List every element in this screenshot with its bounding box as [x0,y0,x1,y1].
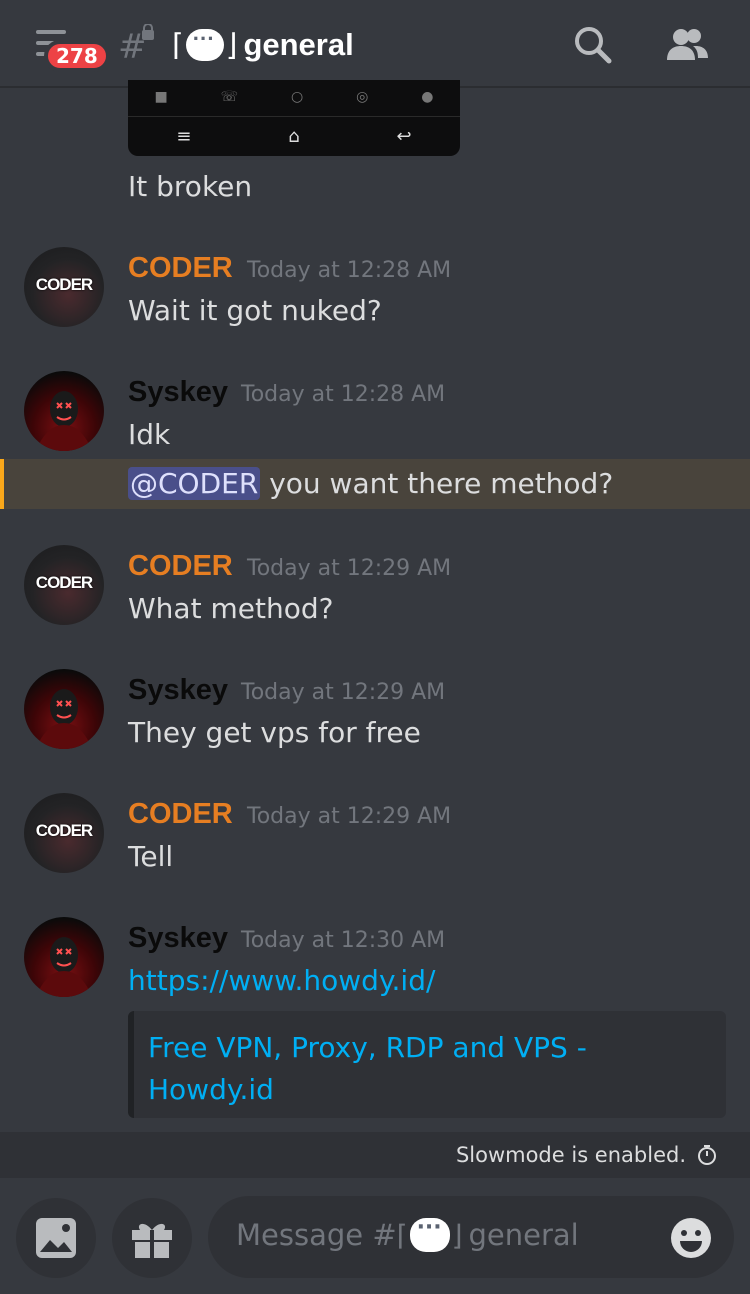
message-link[interactable]: https://www.howdy.id/ [128,964,435,997]
avatar[interactable] [24,371,104,451]
search-icon[interactable] [570,22,616,68]
emoji-icon[interactable] [670,1217,712,1259]
timestamp: Today at 12:28 AM [247,258,452,283]
author-name[interactable]: CODER [128,252,233,285]
masked-figure-icon [36,689,92,749]
embed-title-line[interactable]: Free VPN, Proxy, RDP and VPS - [148,1027,688,1069]
recents-icon: ≡ [176,125,192,147]
slowmode-text: Slowmode is enabled. [455,1143,686,1167]
speech-bubble-emoji-icon [185,26,224,61]
avatar[interactable] [24,917,104,997]
phone-icon: ☏ [220,89,239,105]
author-name[interactable]: Syskey [128,922,228,955]
author-name[interactable]: CODER [128,550,233,583]
timestamp: Today at 12:29 AM [241,680,446,705]
message-text: @CODER you want there method? [128,467,614,500]
attached-image[interactable]: ■ ☏ ○ ◎ ● ≡ ⌂ ↩ [128,80,460,156]
author-name[interactable]: Syskey [128,674,228,707]
avatar[interactable] [24,669,104,749]
message-text: What method? [128,592,334,625]
masked-figure-icon [36,391,92,451]
timestamp: Today at 12:29 AM [247,804,452,829]
avatar[interactable]: CODER [24,793,104,873]
message-text: Idk [128,418,171,451]
broadcast-icon: ◎ [356,89,369,105]
search-icon: ○ [291,89,304,105]
locked-channel-hash-icon: # [118,24,154,64]
back-icon: ↩ [396,125,412,147]
gamepad-icon: ■ [154,89,168,105]
attach-image-button[interactable] [16,1198,96,1278]
avatar[interactable]: CODER [24,545,104,625]
user-mention[interactable]: @CODER [128,467,261,500]
link-embed[interactable]: Free VPN, Proxy, RDP and VPS - Howdy.id [128,1011,726,1118]
embed-title-line[interactable]: Howdy.id [148,1069,688,1111]
slowmode-bar: Slowmode is enabled. [0,1132,750,1178]
timestamp: Today at 12:30 AM [241,928,446,953]
author-name[interactable]: CODER [128,798,233,831]
timestamp: Today at 12:28 AM [241,382,446,407]
channel-title: ⌈ ⌋ general [172,20,354,70]
members-icon[interactable] [664,22,710,68]
channel-name: general [243,27,354,62]
author-name[interactable]: Syskey [128,376,228,409]
channel-header: 278 # ⌈ ⌋ general [0,0,750,88]
stopwatch-icon [698,1145,716,1165]
speech-bubble-emoji-icon [409,1215,450,1252]
avatar[interactable]: CODER [24,247,104,327]
masked-figure-icon [36,937,92,997]
message-text: It broken [128,170,253,203]
timestamp: Today at 12:29 AM [247,556,452,581]
avatar-icon: ● [421,89,434,105]
message-text: Tell [128,840,174,873]
message-composer: Message # ⌈ ⌋ general [0,1180,750,1294]
message-text: They get vps for free [128,716,421,749]
message-input[interactable]: Message # ⌈ ⌋ general [208,1196,734,1278]
image-icon [36,1218,76,1258]
message-text: Wait it got nuked? [128,294,382,327]
home-icon: ⌂ [288,125,300,147]
gift-icon [132,1223,172,1258]
gift-button[interactable] [112,1198,192,1278]
unread-badge: 278 [44,40,110,72]
